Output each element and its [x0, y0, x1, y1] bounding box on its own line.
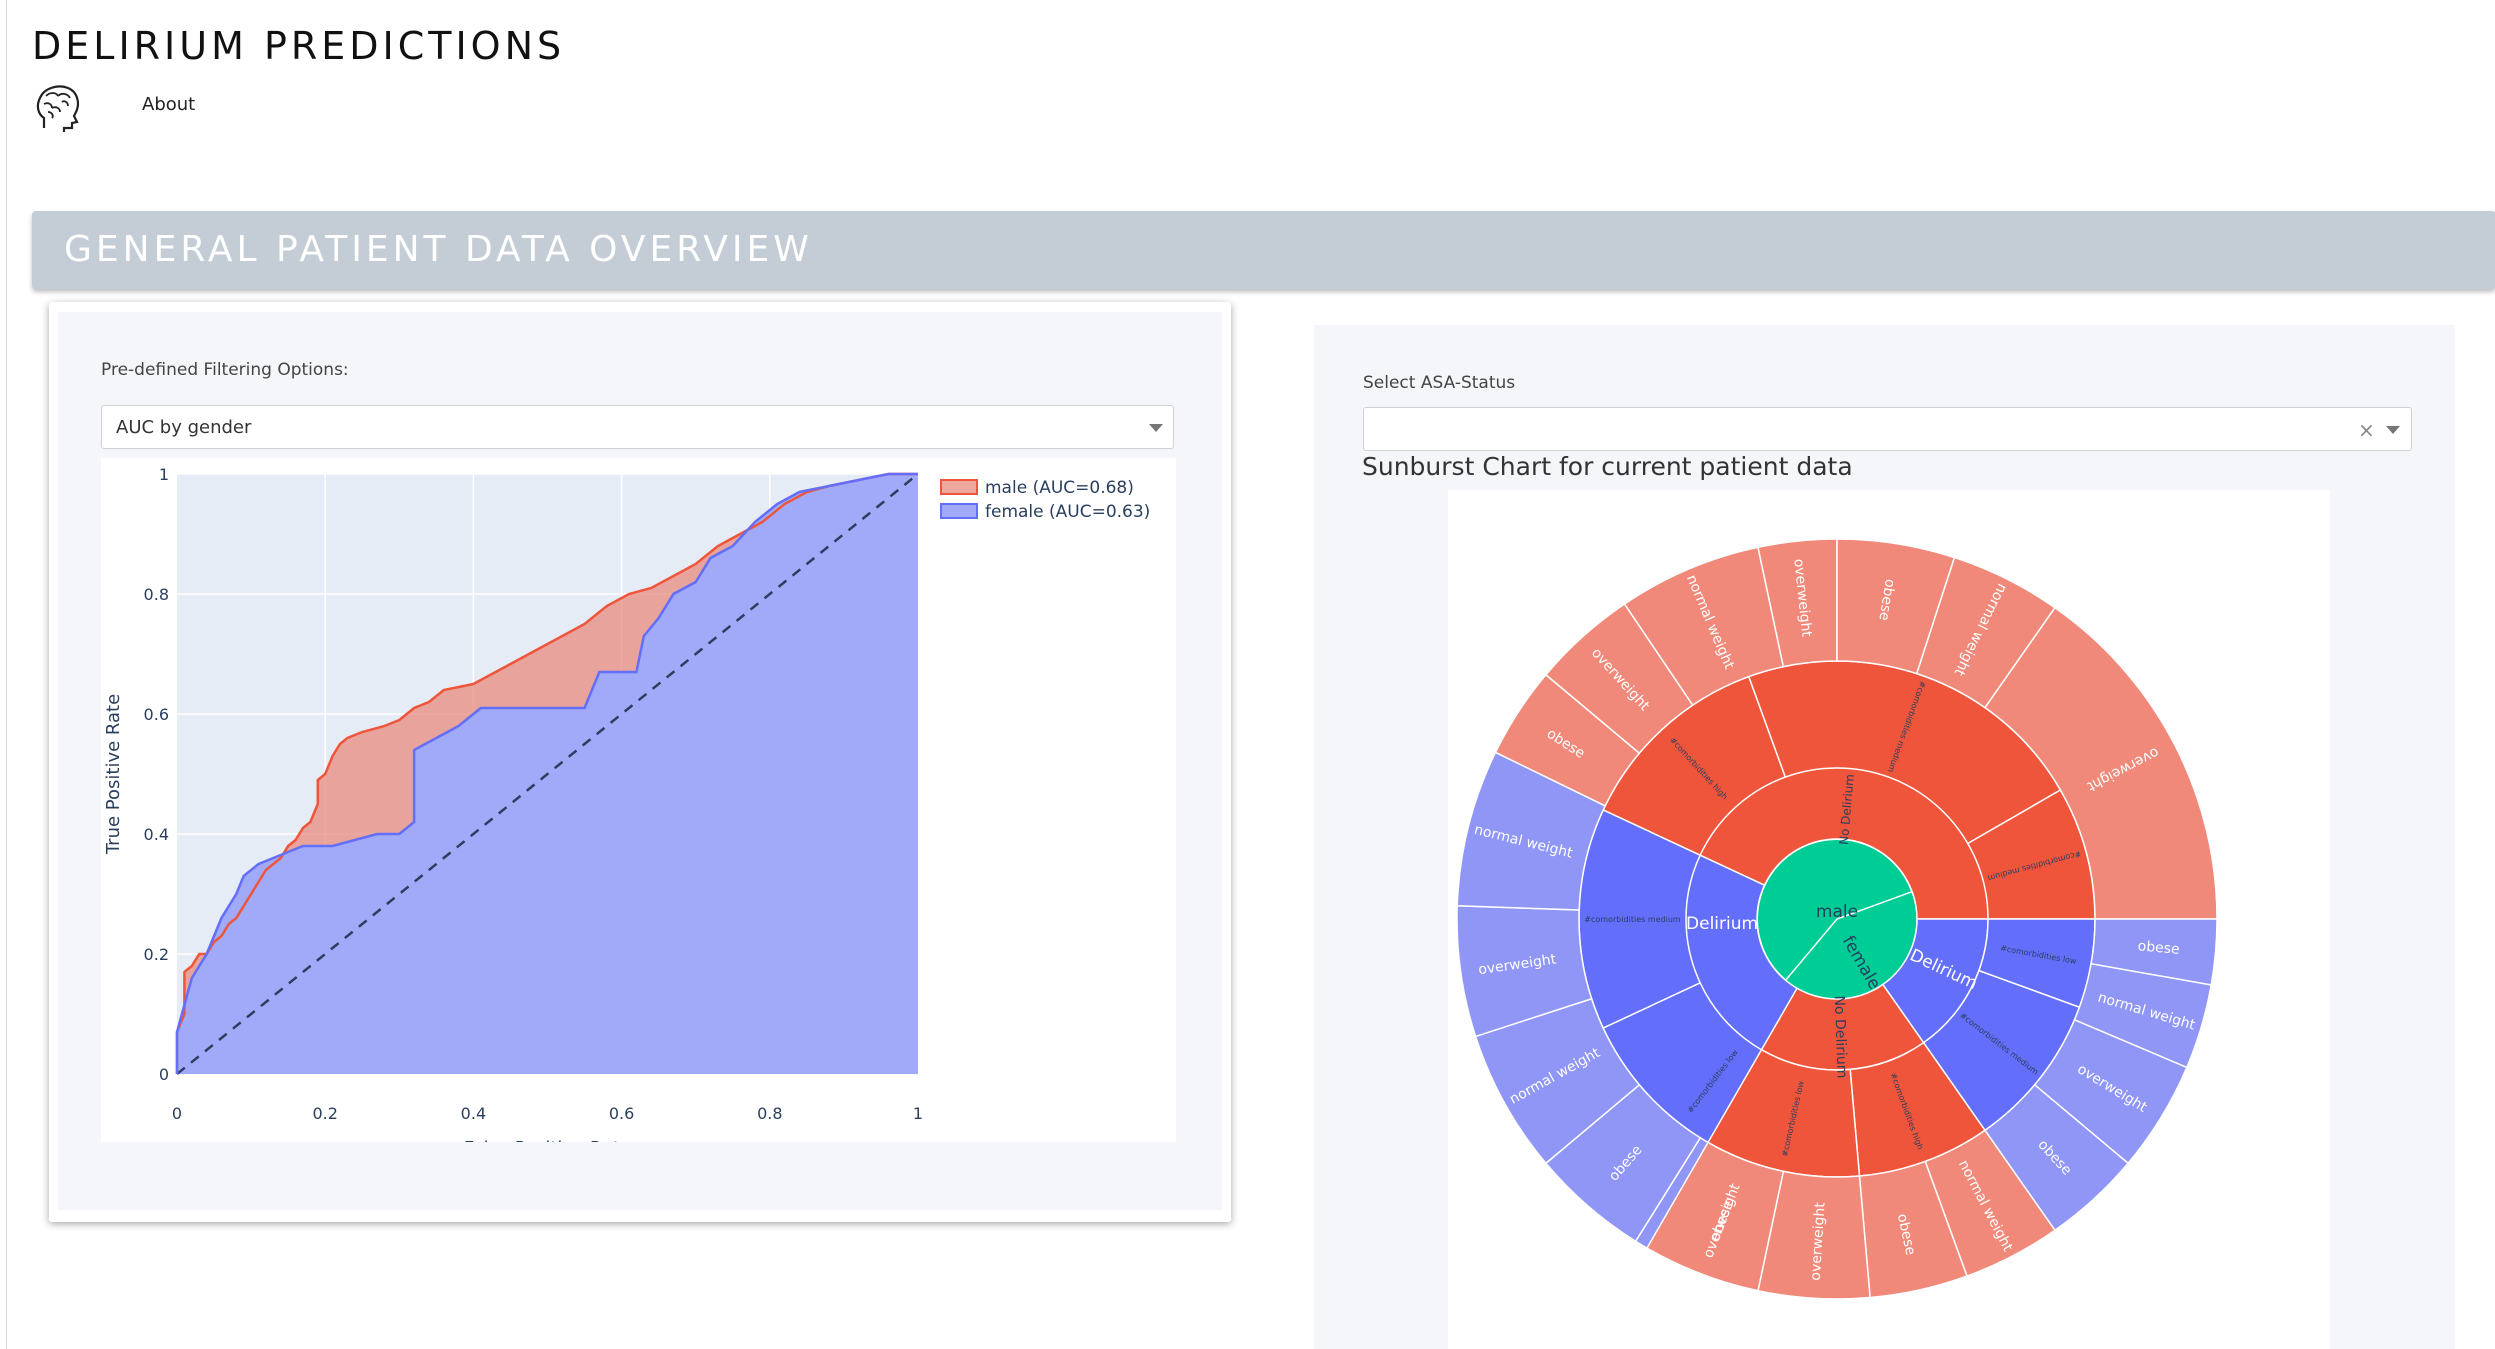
- y-tick-label: 0: [159, 1065, 169, 1084]
- x-tick-label: 1: [913, 1104, 923, 1123]
- x-tick-label: 0: [172, 1104, 182, 1123]
- asa-dropdown[interactable]: ×: [1363, 407, 2412, 451]
- sunburst-label: Delirium: [1686, 914, 1758, 934]
- sunburst-chart[interactable]: malefemaleDeliriumNo DeliriumDeliriumNo …: [1448, 490, 2330, 1349]
- y-tick-label: 1: [159, 465, 169, 484]
- y-tick-label: 0.4: [144, 825, 169, 844]
- sunburst-title: Sunburst Chart for current patient data: [1362, 452, 1853, 481]
- legend-item[interactable]: female (AUC=0.63): [985, 502, 1150, 522]
- nav-link-about[interactable]: About: [142, 94, 195, 115]
- section-title: GENERAL PATIENT DATA OVERVIEW: [64, 229, 813, 270]
- chevron-down-icon[interactable]: [2386, 426, 2400, 434]
- section-banner: GENERAL PATIENT DATA OVERVIEW: [32, 211, 2495, 289]
- legend-swatch[interactable]: [940, 479, 978, 495]
- y-tick-label: 0.2: [144, 945, 169, 964]
- x-tick-label: 0.8: [757, 1104, 782, 1123]
- app-title: DELIRIUM PREDICTIONS: [32, 24, 566, 68]
- x-axis-label: False Positive Rate: [464, 1138, 631, 1142]
- filter-dropdown[interactable]: AUC by gender: [101, 405, 1174, 449]
- divider: [6, 0, 7, 1349]
- sunburst-label: No Delirium: [1831, 995, 1850, 1078]
- roc-chart[interactable]: 0 0.2 0.4 0.6 0.8 1 0 0.2 0.4 0.6 0.8 1 False Posi…: [101, 458, 1176, 1142]
- filter-dropdown-value: AUC by gender: [116, 417, 252, 438]
- filter-label: Pre-defined Filtering Options:: [101, 360, 349, 380]
- close-icon[interactable]: ×: [2358, 418, 2375, 442]
- x-tick-label: 0.6: [609, 1104, 634, 1123]
- y-axis-label: True Positive Rate: [103, 694, 124, 855]
- asa-label: Select ASA-Status: [1363, 373, 1516, 393]
- sunburst-label: #comorbidities medium: [1584, 915, 1681, 924]
- legend-swatch[interactable]: [940, 503, 978, 519]
- page: DELIRIUM PREDICTIONS About GENERAL PATIE…: [0, 0, 2495, 1349]
- legend-item[interactable]: male (AUC=0.68): [985, 478, 1134, 498]
- y-tick-label: 0.8: [144, 585, 169, 604]
- y-tick-label: 0.6: [144, 705, 169, 724]
- x-tick-label: 0.4: [461, 1104, 486, 1123]
- sunburst-label: male: [1816, 902, 1858, 922]
- chevron-down-icon[interactable]: [1149, 424, 1163, 432]
- brain-head-icon[interactable]: [34, 82, 82, 134]
- x-tick-label: 0.2: [312, 1104, 337, 1123]
